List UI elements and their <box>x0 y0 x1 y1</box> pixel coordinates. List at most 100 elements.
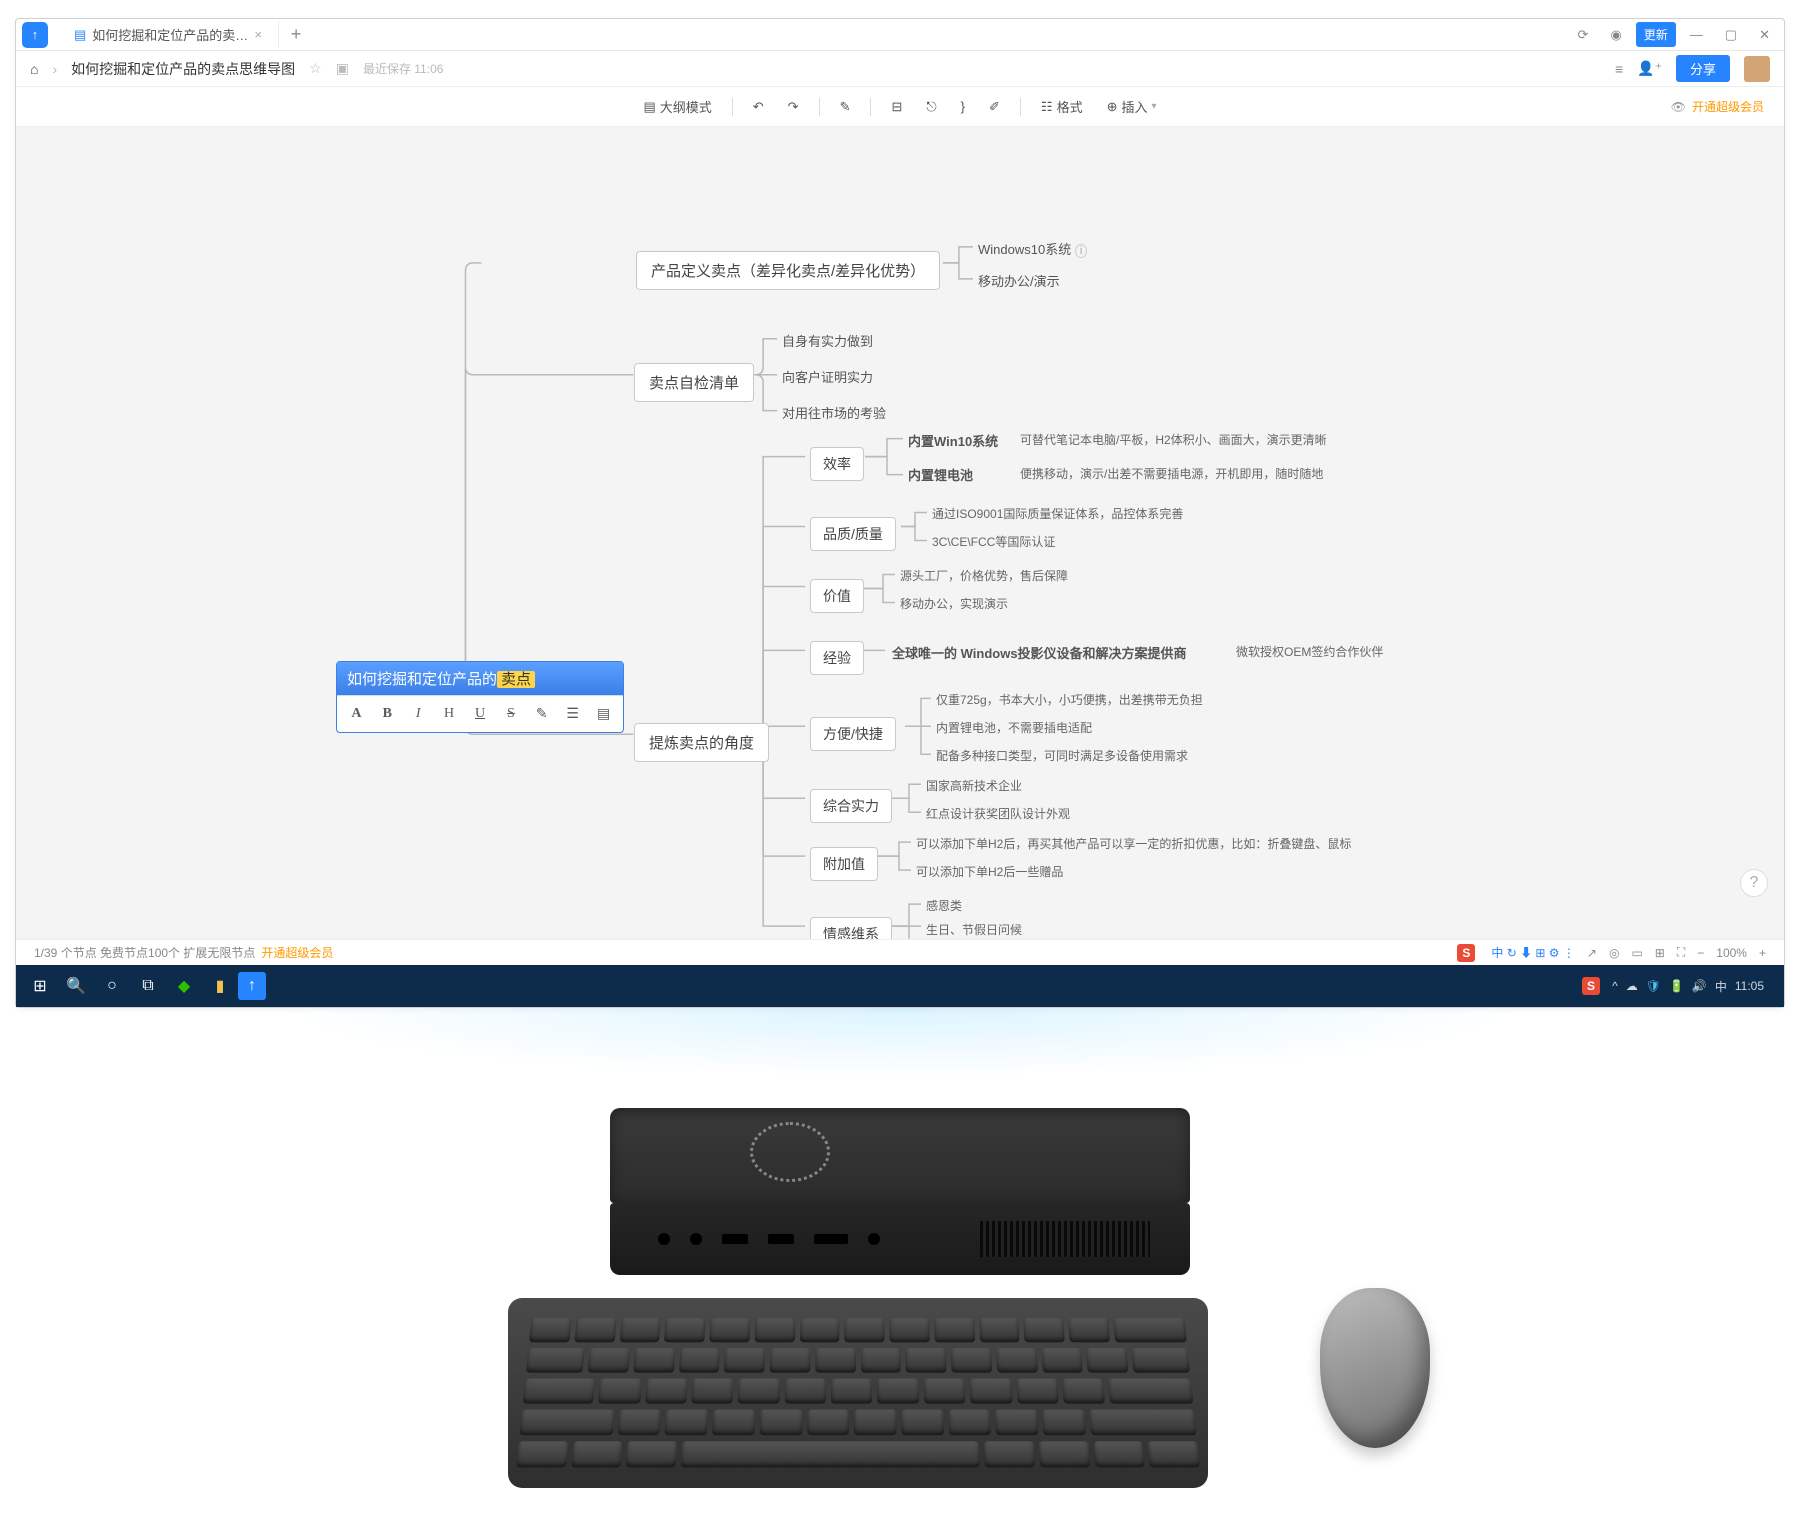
node-product-definition[interactable]: 产品定义卖点（差异化卖点/差异化优势） <box>636 251 940 290</box>
format-paint-icon[interactable]: ✎ <box>832 95 859 119</box>
leaf[interactable]: 通过ISO9001国际质量保证体系，品控体系完善 <box>932 505 1183 522</box>
leaf[interactable]: 内置锂电池 <box>908 465 973 484</box>
new-tab-button[interactable]: + <box>279 24 314 45</box>
strike-button[interactable]: S <box>497 702 524 726</box>
ime-tools[interactable]: 中 ↻ ⬇ ⊞ ⚙ ⋮ <box>1491 944 1575 961</box>
node-price[interactable]: 价值 <box>810 579 864 613</box>
leaf[interactable]: 生日、节假日问候 <box>926 921 1022 938</box>
node-checklist[interactable]: 卖点自检清单 <box>634 363 754 402</box>
insert-button[interactable]: ⊕插入▾ <box>1099 93 1165 120</box>
share-icon[interactable]: ↗ <box>1587 946 1597 960</box>
edit-icon[interactable]: ✐ <box>981 95 1008 119</box>
summary-icon[interactable]: } <box>953 95 973 118</box>
root-node-editor[interactable]: 如何挖掘和定位产品的卖点 A B I H U S ✎ ☰ ▤ <box>336 661 624 733</box>
leaf[interactable]: 对用往市场的考验 <box>782 403 886 422</box>
refresh-icon[interactable]: ⟳ <box>1570 23 1597 47</box>
avatar[interactable] <box>1744 56 1770 82</box>
outline-mode-button[interactable]: ▤大纲模式 <box>635 93 719 120</box>
explorer-icon[interactable]: ▮ <box>202 968 238 1004</box>
upgrade-link[interactable]: 开通超级会员 <box>1692 98 1764 115</box>
star-icon[interactable]: ☆ <box>309 60 322 77</box>
bold-b-button[interactable]: B <box>374 702 401 726</box>
node-strength[interactable]: 综合实力 <box>810 789 892 823</box>
leaf[interactable]: 仅重725g，书本大小，小巧便携，出差携带无负担 <box>936 691 1203 708</box>
leaf[interactable]: Windows10系统 i <box>978 239 1087 258</box>
node-tool-icon[interactable]: ⊟ <box>883 95 910 119</box>
share-button[interactable]: 分享 <box>1676 55 1730 82</box>
tray-up-icon[interactable]: ^ <box>1612 979 1618 993</box>
user-add-icon[interactable]: 👤⁺ <box>1637 60 1662 77</box>
cortana-icon[interactable]: ○ <box>94 968 130 1004</box>
leaf[interactable]: 感恩类 <box>926 897 962 914</box>
leaf[interactable]: 3C\CE\FCC等国际认证 <box>932 533 1055 550</box>
indent-button[interactable]: ▤ <box>590 702 617 726</box>
leaf[interactable]: 自身有实力做到 <box>782 331 873 350</box>
tray-ime-icon[interactable]: S <box>1582 977 1600 995</box>
leaf[interactable]: 便携移动，演示/出差不需要插电源，开机即用，随时随地 <box>1020 465 1323 482</box>
tray-clock[interactable]: 11:05 <box>1735 979 1764 993</box>
italic-button[interactable]: I <box>405 702 432 726</box>
wechat-icon[interactable]: ◆ <box>166 968 202 1004</box>
grid-icon[interactable]: ⊞ <box>1655 946 1665 960</box>
clear-format-button[interactable]: ✎ <box>528 702 555 726</box>
leaf[interactable]: 向客户证明实力 <box>782 367 873 386</box>
fullscreen-icon[interactable]: ⛶ <box>1677 945 1685 960</box>
leaf[interactable]: 可以添加下单H2后一些赠品 <box>916 863 1063 880</box>
app-logo-icon[interactable]: ↑ <box>22 22 48 48</box>
zoom-in-button[interactable]: + <box>1759 946 1766 960</box>
document-tab[interactable]: ▤ 如何挖掘和定位产品的卖… × <box>58 21 279 48</box>
close-icon[interactable]: × <box>254 27 262 42</box>
leaf[interactable]: 可替代笔记本电脑/平板，H2体积小、画面大，演示更清晰 <box>1020 431 1327 448</box>
taskview-icon[interactable]: ⧉ <box>130 968 166 1004</box>
leaf[interactable]: 移动办公，实现演示 <box>900 595 1008 612</box>
node-experience[interactable]: 经验 <box>810 641 864 675</box>
node-added-value[interactable]: 附加值 <box>810 847 878 881</box>
highlight-button[interactable]: H <box>436 702 463 726</box>
zoom-out-button[interactable]: − <box>1697 946 1704 960</box>
underline-button[interactable]: U <box>467 702 494 726</box>
ime-icon[interactable]: S <box>1457 944 1475 962</box>
upgrade-button[interactable]: 更新 <box>1636 22 1676 47</box>
node-efficiency[interactable]: 效率 <box>810 447 864 481</box>
tray-volume-icon[interactable]: 🔊 <box>1692 979 1707 993</box>
bold-button[interactable]: A <box>343 702 370 726</box>
leaf[interactable]: 国家高新技术企业 <box>926 777 1022 794</box>
leaf[interactable]: 红点设计获奖团队设计外观 <box>926 805 1070 822</box>
search-icon[interactable]: 🔍 <box>58 968 94 1004</box>
leaf[interactable]: 配备多种接口类型，可同时满足多设备使用需求 <box>936 747 1188 764</box>
leaf[interactable]: 微软授权OEM签约合作伙伴 <box>1236 643 1383 660</box>
redo-button[interactable]: ↷ <box>780 95 807 119</box>
help-button[interactable]: ? <box>1740 869 1768 897</box>
tray-battery-icon[interactable]: 🔋 <box>1669 979 1684 993</box>
menu-icon[interactable]: ≡ <box>1615 61 1623 77</box>
format-button[interactable]: ☷格式 <box>1033 93 1091 120</box>
cloud-icon[interactable]: ▣ <box>336 60 349 77</box>
list-button[interactable]: ☰ <box>559 702 586 726</box>
maximize-icon[interactable]: ▢ <box>1717 23 1745 47</box>
target-icon[interactable]: ◎ <box>1609 946 1619 960</box>
mindmap-canvas[interactable]: 产品定义卖点（差异化卖点/差异化优势） Windows10系统 i 移动办公/演… <box>16 127 1784 957</box>
leaf[interactable]: 全球唯一的 Windows投影仪设备和解决方案提供商 <box>892 643 1187 662</box>
sync-icon[interactable]: ◉ <box>1602 23 1629 47</box>
app-taskbar-icon[interactable]: ↑ <box>238 972 266 1000</box>
tray-lang-icon[interactable]: 中 <box>1715 978 1727 995</box>
tray-cloud-icon[interactable]: ☁ <box>1626 979 1638 993</box>
home-icon[interactable]: ⌂ <box>30 61 38 77</box>
minimize-icon[interactable]: — <box>1682 23 1711 46</box>
eye-icon[interactable]: 👁 <box>1671 100 1686 114</box>
close-window-icon[interactable]: ✕ <box>1751 23 1778 47</box>
undo-button[interactable]: ↶ <box>745 95 772 119</box>
leaf[interactable]: 可以添加下单H2后，再买其他产品可以享一定的折扣优惠，比如：折叠键盘、鼠标 <box>916 835 1351 852</box>
node-quality[interactable]: 品质/质量 <box>810 517 896 551</box>
leaf[interactable]: 内置Win10系统 <box>908 431 998 450</box>
start-button[interactable]: ⊞ <box>22 968 58 1004</box>
node-angles[interactable]: 提炼卖点的角度 <box>634 723 769 762</box>
tray-shield-icon[interactable]: 🛡 <box>1646 979 1661 993</box>
relation-icon[interactable]: ⎋ <box>918 95 944 119</box>
leaf[interactable]: 移动办公/演示 <box>978 271 1060 290</box>
upgrade-link[interactable]: 开通超级会员 <box>261 944 333 961</box>
leaf[interactable]: 源头工厂，价格优势，售后保障 <box>900 567 1068 584</box>
leaf[interactable]: 内置锂电池，不需要插电适配 <box>936 719 1092 736</box>
layout-icon[interactable]: ▭ <box>1631 946 1642 960</box>
node-convenience[interactable]: 方便/快捷 <box>810 717 896 751</box>
